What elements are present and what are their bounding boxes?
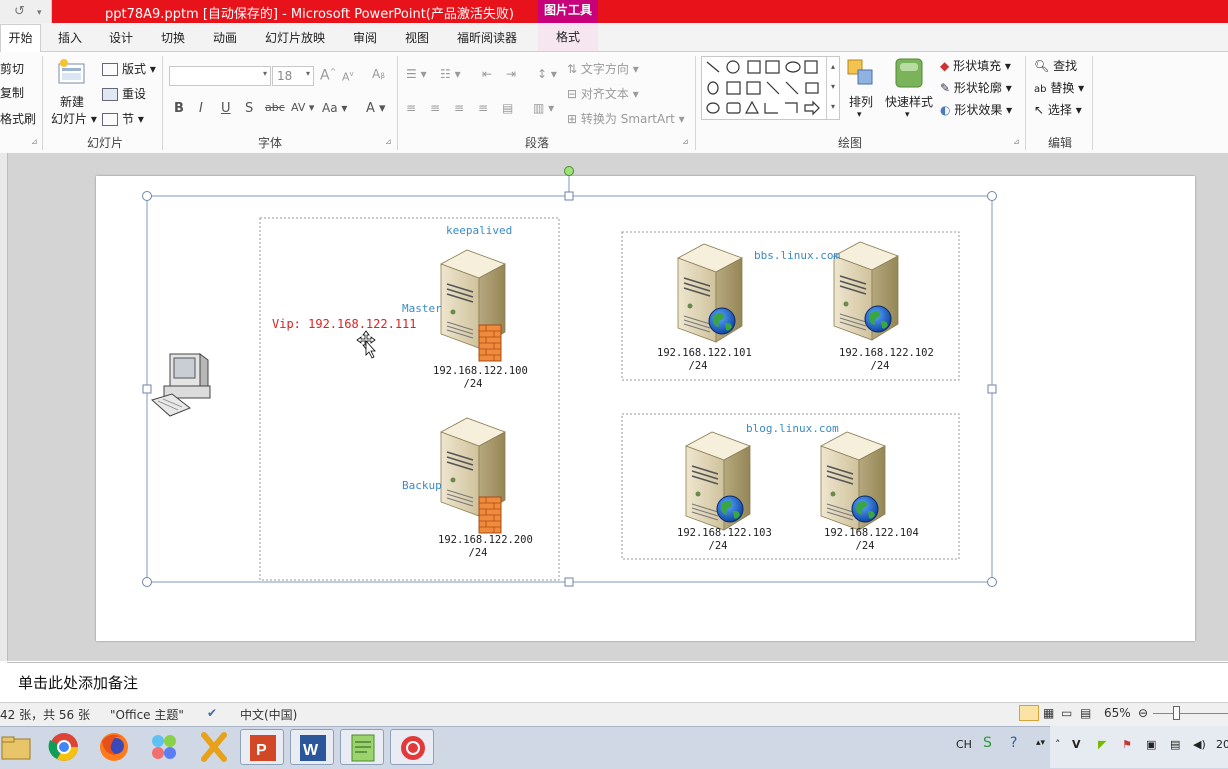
vmware-tray-icon[interactable]: V <box>1072 738 1081 751</box>
security-tray-icon[interactable]: S <box>983 735 992 751</box>
firefox-taskbar-icon[interactable] <box>92 729 136 765</box>
client-computer-icon <box>150 353 211 417</box>
backup-firewall-icon <box>478 496 502 534</box>
input-language-indicator[interactable]: CH <box>956 738 972 751</box>
tray-expander-icon[interactable]: ▴▾ <box>1036 738 1045 748</box>
reading-view-icon[interactable]: ▭ <box>1061 706 1072 720</box>
web-server-1-ip-label: 192.168.122.101/24 <box>657 347 752 372</box>
spellcheck-icon[interactable]: ✔ <box>207 706 217 720</box>
help-tray-icon[interactable]: ? <box>1010 735 1017 751</box>
zoom-slider-thumb[interactable] <box>1172 706 1180 720</box>
web-server-3-globe-icon <box>716 495 744 523</box>
notes-pane[interactable] <box>7 662 1228 703</box>
bbs-domain-label: bbs.linux.com <box>754 249 841 262</box>
slide-sorter-view-icon[interactable]: ▦ <box>1043 706 1054 720</box>
notepad-plus-taskbar-icon[interactable] <box>340 729 384 765</box>
zoom-slider-track[interactable] <box>1153 713 1228 714</box>
file-explorer-taskbar-icon[interactable] <box>0 729 40 765</box>
web-server-3-ip-label: 192.168.122.103/24 <box>677 527 772 552</box>
zoom-level[interactable]: 65% <box>1104 706 1131 720</box>
svg-text:W: W <box>303 742 319 759</box>
show-hidden-icons[interactable]: ˄ <box>1055 738 1061 751</box>
slideshow-view-icon[interactable]: ▤ <box>1080 706 1091 720</box>
chrome-taskbar-icon[interactable] <box>42 729 86 765</box>
photo-app-taskbar-icon[interactable] <box>142 729 186 765</box>
backup-ip-label: 192.168.122.200/24 <box>438 534 533 559</box>
move-cursor-icon <box>356 330 376 359</box>
web-server-2-globe-icon <box>864 305 892 333</box>
nvidia-tray-icon[interactable]: ◤ <box>1098 738 1106 751</box>
theme-name[interactable]: "Office 主题" <box>110 706 184 723</box>
normal-view-icon[interactable] <box>1019 705 1039 721</box>
web-server-2-ip-label: 192.168.122.102/24 <box>839 347 934 372</box>
backup-label: Backup <box>402 479 442 492</box>
volume-tray-icon[interactable]: ◀) <box>1193 738 1206 751</box>
powerpoint-taskbar-icon[interactable]: P <box>240 729 284 765</box>
web-server-4-ip-label: 192.168.122.104/24 <box>824 527 919 552</box>
snail-app-taskbar-icon[interactable] <box>390 729 434 765</box>
language-indicator[interactable]: 中文(中国) <box>240 706 297 723</box>
master-firewall-icon <box>478 324 502 362</box>
network-diagram <box>142 166 997 587</box>
web-server-4-globe-icon <box>851 495 879 523</box>
blog-domain-label: blog.linux.com <box>746 422 839 435</box>
word-taskbar-icon[interactable]: W <box>290 729 334 765</box>
clock-partial[interactable]: 20 <box>1216 738 1228 751</box>
slide-count: 42 张，共 56 张 <box>0 708 90 722</box>
flag-tray-icon[interactable]: ⚑ <box>1122 738 1132 751</box>
zoom-out-icon[interactable]: ⊖ <box>1138 706 1148 720</box>
device-tray-icon[interactable]: ▣ <box>1146 738 1156 751</box>
keepalived-label: keepalived <box>446 224 513 237</box>
master-label: Master <box>402 302 442 315</box>
xshell-taskbar-icon[interactable] <box>192 729 236 765</box>
network-tray-icon[interactable]: ▤ <box>1170 738 1180 751</box>
notes-placeholder[interactable]: 单击此处添加备注 <box>18 672 138 693</box>
vip-label: Vip: 192.168.122.111 <box>272 317 417 331</box>
master-ip-label: 192.168.122.100/24 <box>433 365 528 390</box>
web-server-1-globe-icon <box>708 307 736 335</box>
svg-text:P: P <box>256 742 267 759</box>
